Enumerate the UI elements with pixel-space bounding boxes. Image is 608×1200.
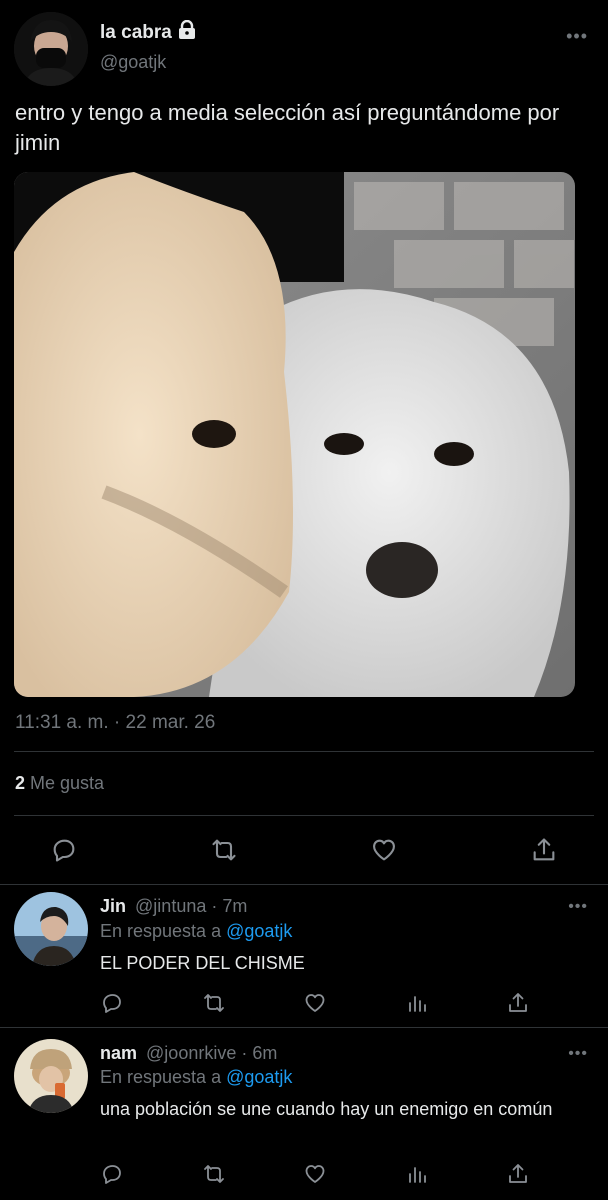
share-icon[interactable] — [527, 833, 561, 867]
more-options-icon[interactable]: ••• — [568, 1045, 588, 1063]
like-icon[interactable] — [298, 1157, 332, 1191]
reply-avatar[interactable] — [14, 892, 88, 966]
reply-author-name[interactable]: Jin — [100, 896, 126, 916]
divider — [14, 815, 594, 816]
divider — [0, 884, 608, 885]
reply-avatar[interactable] — [14, 1039, 88, 1113]
likes-label[interactable]: Me gusta — [30, 773, 104, 793]
reply-author-handle[interactable]: @jintuna — [135, 896, 206, 916]
views-icon[interactable] — [400, 1157, 434, 1191]
views-icon[interactable] — [400, 986, 434, 1020]
retweet-icon[interactable] — [197, 1157, 231, 1191]
reply-header: nam @joonrkive · 6m — [100, 1043, 277, 1064]
like-icon[interactable] — [298, 986, 332, 1020]
reply-header: Jin @jintuna · 7m — [100, 896, 247, 917]
likes-number[interactable]: 2 — [15, 773, 25, 793]
reply-icon[interactable] — [95, 986, 129, 1020]
share-icon[interactable] — [501, 986, 535, 1020]
reply-time[interactable]: · 6m — [241, 1043, 277, 1063]
replying-to: En respuesta a @goatjk — [100, 921, 292, 942]
mention-link[interactable]: @goatjk — [226, 921, 292, 941]
like-icon[interactable] — [367, 833, 401, 867]
lock-icon — [178, 19, 196, 46]
author-avatar[interactable] — [14, 12, 88, 86]
reply-author-handle[interactable]: @joonrkive — [146, 1043, 236, 1063]
replying-prefix: En respuesta a — [100, 921, 222, 941]
reply-time[interactable]: · 7m — [211, 896, 247, 916]
divider — [0, 1027, 608, 1028]
reply-text: una población se une cuando hay un enemi… — [100, 1099, 553, 1119]
author-name-text[interactable]: la cabra — [100, 22, 172, 44]
mention-link[interactable]: @goatjk — [226, 1067, 292, 1087]
reply-text: EL PODER DEL CHISME — [100, 953, 305, 973]
replying-to: En respuesta a @goatjk — [100, 1067, 292, 1088]
reply-icon[interactable] — [47, 833, 81, 867]
more-options-icon[interactable]: ••• — [568, 898, 588, 916]
likes-count[interactable]: 2 Me gusta — [15, 773, 104, 794]
share-icon[interactable] — [501, 1157, 535, 1191]
divider — [14, 751, 594, 752]
author-handle[interactable]: @goatjk — [100, 52, 166, 73]
replying-prefix: En respuesta a — [100, 1067, 222, 1087]
reply-icon[interactable] — [95, 1157, 129, 1191]
retweet-icon[interactable] — [207, 833, 241, 867]
reply-author-name[interactable]: nam — [100, 1043, 137, 1063]
author-name[interactable]: la cabra — [100, 19, 196, 46]
tweet-text: entro y tengo a media selección así preg… — [15, 100, 560, 155]
tweet-image[interactable] — [14, 172, 575, 697]
tweet-timestamp[interactable]: 11:31 a. m. · 22 mar. 26 — [15, 712, 215, 734]
more-options-icon[interactable]: ••• — [566, 26, 588, 47]
retweet-icon[interactable] — [197, 986, 231, 1020]
